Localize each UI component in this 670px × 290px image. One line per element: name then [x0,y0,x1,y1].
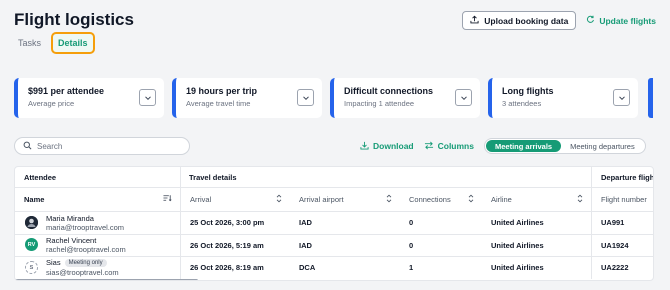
card-expand-button[interactable] [613,89,630,106]
sort-icon[interactable] [386,194,392,205]
update-flights-button[interactable]: Update flights [586,15,656,26]
horizontal-scrollbar[interactable] [15,279,198,280]
airline-cell: United Airlines [491,240,544,250]
arrival-cell: 25 Oct 2026, 3:00 pm [190,218,265,227]
card-average-price[interactable]: $991 per attendee Average price [14,78,164,118]
attendee-email: maria@trooptravel.com [46,223,125,232]
refresh-icon [586,15,595,26]
card-expand-button[interactable] [455,89,472,106]
page-title: Flight logistics [14,10,134,29]
group-header-travel: Travel details [189,172,237,182]
airport-cell: IAD [299,240,312,250]
columns-label: Columns [437,141,474,151]
column-connections-label: Connections [409,194,451,204]
upload-booking-button[interactable]: Upload booking data [462,11,577,30]
avatar: RV [25,238,38,251]
card-title: Long flights [502,86,554,96]
filter-sort-icon[interactable] [163,194,172,204]
upload-icon [470,15,479,26]
tab-details[interactable]: Details [51,32,95,54]
column-header-airport[interactable]: Arrival airport [290,189,400,209]
chevron-down-icon [302,89,310,107]
connections-cell: 0 [409,240,414,250]
meeting-departures-option[interactable]: Meeting departures [561,140,644,152]
attendee-name: Rachel Vincent [46,236,97,245]
attendee-name-wrap: Sias Meeting only [46,258,107,267]
flight-cell: UA991 [601,218,625,227]
download-icon [360,141,369,152]
attendee-name: Sias [46,258,61,267]
columns-button[interactable]: Columns [424,141,474,152]
flight-cell: UA1924 [601,240,629,250]
summary-cards: $991 per attendee Average price 19 hours… [14,78,638,118]
chevron-down-icon [618,89,626,107]
next-card-edge[interactable] [648,78,653,118]
group-header-attendee: Attendee [24,172,57,182]
download-button[interactable]: Download [360,141,414,152]
card-expand-button[interactable] [139,89,156,106]
card-expand-button[interactable] [297,89,314,106]
search-box[interactable] [14,137,190,155]
card-subtitle: Impacting 1 attendee [344,99,415,108]
card-title: Difficult connections [344,86,434,96]
tab-bar: Tasks Details [14,32,95,54]
card-subtitle: Average price [28,99,75,108]
chevron-down-icon [460,89,468,107]
meeting-arrivals-option[interactable]: Meeting arrivals [485,140,562,152]
attendee-email: rachel@trooptravel.com [46,245,126,254]
column-header-arrival[interactable]: Arrival [181,189,290,209]
card-title: $991 per attendee [28,86,105,96]
column-arrival-label: Arrival [190,194,212,204]
sort-icon[interactable] [577,194,583,205]
swap-columns-icon [424,141,434,152]
attendee-flights-table: Attendee Travel details Departure flight… [14,166,654,281]
column-airline-label: Airline [491,194,512,204]
airport-cell: IAD [299,218,312,227]
column-airport-label: Arrival airport [299,194,344,204]
search-input[interactable] [37,141,177,151]
sort-icon[interactable] [468,194,474,205]
airline-cell: United Airlines [491,218,544,227]
arrivals-departures-toggle: Meeting arrivals Meeting departures [483,138,646,154]
meeting-only-badge: Meeting only [64,258,107,267]
card-long-flights[interactable]: Long flights 3 attendees [488,78,638,118]
column-flight-label: Flight number [601,194,647,204]
airport-cell: DCA [299,263,316,272]
column-name-label: Name [24,194,45,204]
sort-icon[interactable] [276,194,282,205]
attendee-email: sias@trooptravel.com [46,268,119,277]
card-title: 19 hours per trip [186,86,258,96]
flight-cell: UA2222 [601,263,629,272]
chevron-down-icon [144,89,152,107]
column-header-name[interactable]: Name [15,189,180,209]
card-subtitle: Average travel time [186,99,251,108]
tab-tasks[interactable]: Tasks [14,33,45,53]
attendee-name: Maria Miranda [46,214,94,223]
column-header-connections[interactable]: Connections [400,189,482,209]
arrival-cell: 26 Oct 2026, 5:19 am [190,240,264,250]
download-label: Download [373,141,414,151]
header-actions: Upload booking data Update flights [462,11,656,30]
update-flights-label: Update flights [599,15,656,26]
column-header-flight[interactable]: Flight number [592,189,653,209]
avatar [25,216,38,229]
avatar: S [25,261,38,274]
card-travel-time[interactable]: 19 hours per trip Average travel time [172,78,322,118]
card-difficult-connections[interactable]: Difficult connections Impacting 1 attend… [330,78,480,118]
table-toolbar: Download Columns Meeting arrivals Meetin… [360,137,646,155]
connections-cell: 0 [409,218,414,227]
group-header-departure: Departure flight [601,172,654,182]
search-icon [23,137,32,155]
connections-cell: 1 [409,263,414,272]
card-subtitle: 3 attendees [502,99,542,108]
airline-cell: United Airlines [491,263,544,272]
column-header-airline[interactable]: Airline [482,189,591,209]
upload-booking-label: Upload booking data [484,15,569,26]
arrival-cell: 26 Oct 2026, 8:19 am [190,263,264,272]
